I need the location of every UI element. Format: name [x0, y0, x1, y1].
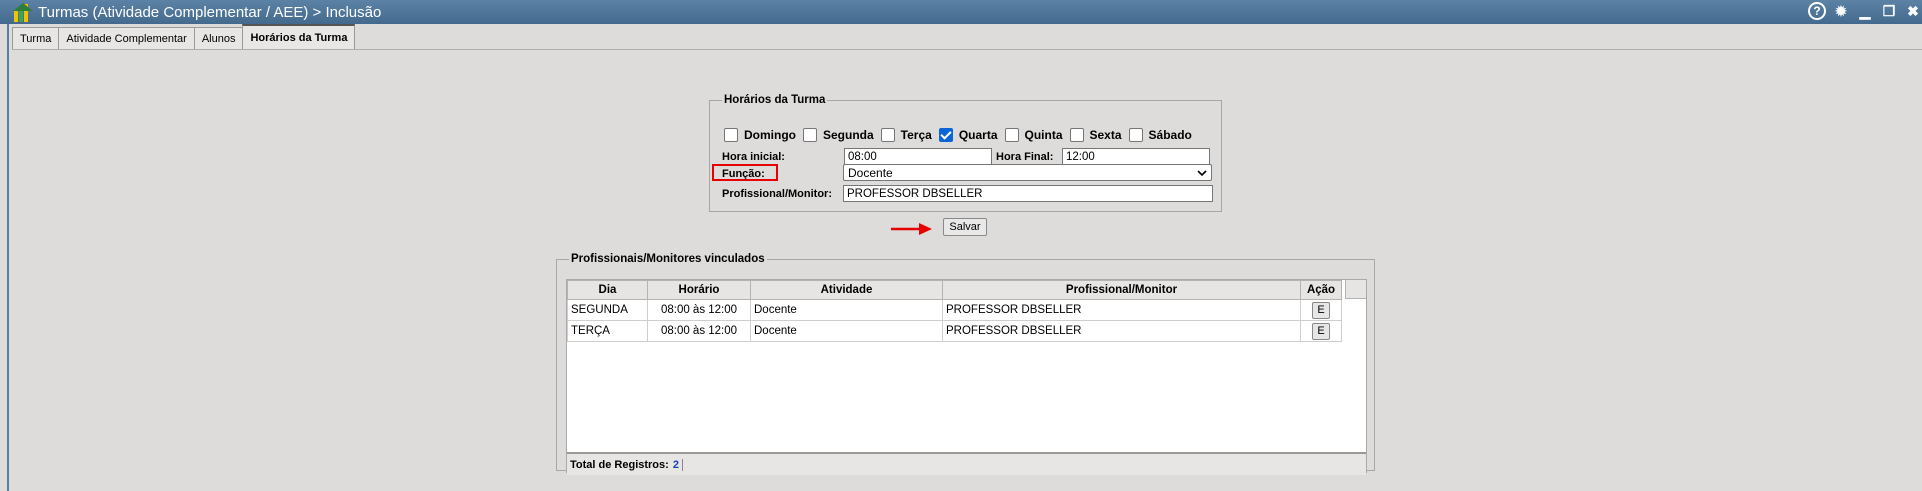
- column-header-atividade[interactable]: Atividade: [750, 280, 943, 300]
- day-terca[interactable]: Terça: [880, 128, 932, 142]
- horarios-fieldset: Horários da Turma Domingo Segunda Terça …: [709, 94, 1222, 212]
- column-header-profissional[interactable]: Profissional/Monitor: [942, 280, 1301, 300]
- column-header-horario[interactable]: Horário: [647, 280, 751, 300]
- edit-button[interactable]: E: [1312, 322, 1330, 340]
- edit-button[interactable]: E: [1312, 301, 1330, 319]
- minimize-icon[interactable]: ▁: [1856, 2, 1874, 20]
- checkbox-quinta[interactable]: [1004, 128, 1019, 142]
- day-label: Domingo: [744, 128, 796, 142]
- save-button[interactable]: Salvar: [943, 218, 987, 236]
- day-quinta[interactable]: Quinta: [1004, 128, 1063, 142]
- day-sexta[interactable]: Sexta: [1069, 128, 1122, 142]
- window-titlebar: Turmas (Atividade Complementar / AEE) > …: [0, 0, 1922, 24]
- profissional-label: Profissional/Monitor:: [722, 188, 832, 200]
- tab-divider: [12, 49, 1922, 50]
- total-label: Total de Registros:: [570, 458, 669, 471]
- day-label: Sexta: [1089, 128, 1122, 142]
- restore-icon[interactable]: ❐: [1880, 2, 1898, 20]
- vinculados-fieldset: Profissionais/Monitores vinculados Dia H…: [556, 253, 1375, 475]
- vinculados-table: Dia Horário Atividade Profissional/Monit…: [567, 280, 1342, 342]
- cell-profissional: PROFESSOR DBSELLER: [942, 320, 1301, 342]
- window-title: Turmas (Atividade Complementar / AEE) > …: [38, 3, 382, 21]
- hora-inicial-label: Hora inicial:: [722, 151, 785, 163]
- checkbox-sabado[interactable]: [1128, 128, 1143, 142]
- profissional-input[interactable]: PROFESSOR DBSELLER: [843, 185, 1213, 202]
- cell-profissional: PROFESSOR DBSELLER: [942, 299, 1301, 321]
- weekday-checkboxes: Domingo Segunda Terça Quarta Quinta Sext…: [724, 128, 1199, 142]
- hora-final-input[interactable]: 12:00: [1062, 148, 1210, 165]
- window-controls: ? ✹ ▁ ❐ ✖: [1808, 2, 1922, 20]
- column-header-acao[interactable]: Ação: [1300, 280, 1342, 300]
- day-label: Terça: [900, 128, 932, 142]
- table-header-row: Dia Horário Atividade Profissional/Monit…: [567, 280, 1342, 300]
- day-quarta[interactable]: Quarta: [938, 128, 998, 142]
- left-frame-border: [0, 24, 9, 491]
- cell-atividade: Docente: [750, 320, 943, 342]
- column-header-dia[interactable]: Dia: [567, 280, 648, 300]
- funcao-select[interactable]: Docente: [843, 164, 1212, 181]
- day-label: Quinta: [1024, 128, 1063, 142]
- hora-inicial-input[interactable]: 08:00: [844, 148, 992, 165]
- day-sabado[interactable]: Sábado: [1128, 128, 1192, 142]
- hora-final-label: Hora Final:: [996, 151, 1054, 163]
- scrollbar-header-cell: [1345, 280, 1366, 299]
- day-label: Quarta: [958, 128, 998, 142]
- gear-icon[interactable]: ✹: [1832, 2, 1850, 20]
- horarios-legend: Horários da Turma: [724, 94, 826, 106]
- day-segunda[interactable]: Segunda: [803, 128, 874, 142]
- checkbox-domingo[interactable]: [724, 128, 738, 142]
- help-icon[interactable]: ?: [1808, 2, 1826, 20]
- cell-dia: TERÇA: [567, 320, 648, 342]
- cell-acao: E: [1300, 299, 1342, 321]
- table-row: TERÇA 08:00 às 12:00 Docente PROFESSOR D…: [567, 320, 1342, 342]
- cell-horario: 08:00 às 12:00: [647, 299, 751, 321]
- funcao-selected-value: Docente: [848, 165, 893, 180]
- checkbox-sexta[interactable]: [1069, 128, 1084, 142]
- app-logo-icon: [13, 3, 33, 22]
- cell-acao: E: [1300, 320, 1342, 342]
- total-count: 2: [673, 458, 683, 471]
- chevron-down-icon: [1197, 169, 1207, 176]
- close-icon[interactable]: ✖: [1904, 2, 1922, 20]
- table-row: SEGUNDA 08:00 às 12:00 Docente PROFESSOR…: [567, 299, 1342, 321]
- cell-atividade: Docente: [750, 299, 943, 321]
- vinculados-legend: Profissionais/Monitores vinculados: [571, 253, 765, 265]
- tab-turma[interactable]: Turma: [12, 27, 60, 49]
- cell-horario: 08:00 às 12:00: [647, 320, 751, 342]
- tab-alunos[interactable]: Alunos: [193, 27, 244, 49]
- tab-horarios-da-turma[interactable]: Horários da Turma: [242, 24, 356, 49]
- vinculados-grid: Dia Horário Atividade Profissional/Monit…: [566, 279, 1367, 475]
- tab-bar: Turma Atividade Complementar Alunos Horá…: [12, 24, 356, 49]
- tab-atividade-complementar[interactable]: Atividade Complementar: [58, 27, 195, 49]
- checkbox-terca[interactable]: [880, 128, 895, 142]
- day-label: Sábado: [1148, 128, 1192, 142]
- table-footer: Total de Registros: 2: [567, 452, 1366, 475]
- checkbox-quarta[interactable]: [938, 128, 953, 142]
- day-domingo[interactable]: Domingo: [724, 128, 796, 142]
- arrow-right-icon: [891, 223, 932, 235]
- day-label: Segunda: [823, 128, 874, 142]
- cell-dia: SEGUNDA: [567, 299, 648, 321]
- checkbox-segunda[interactable]: [803, 128, 817, 142]
- funcao-label: Função:: [722, 168, 765, 180]
